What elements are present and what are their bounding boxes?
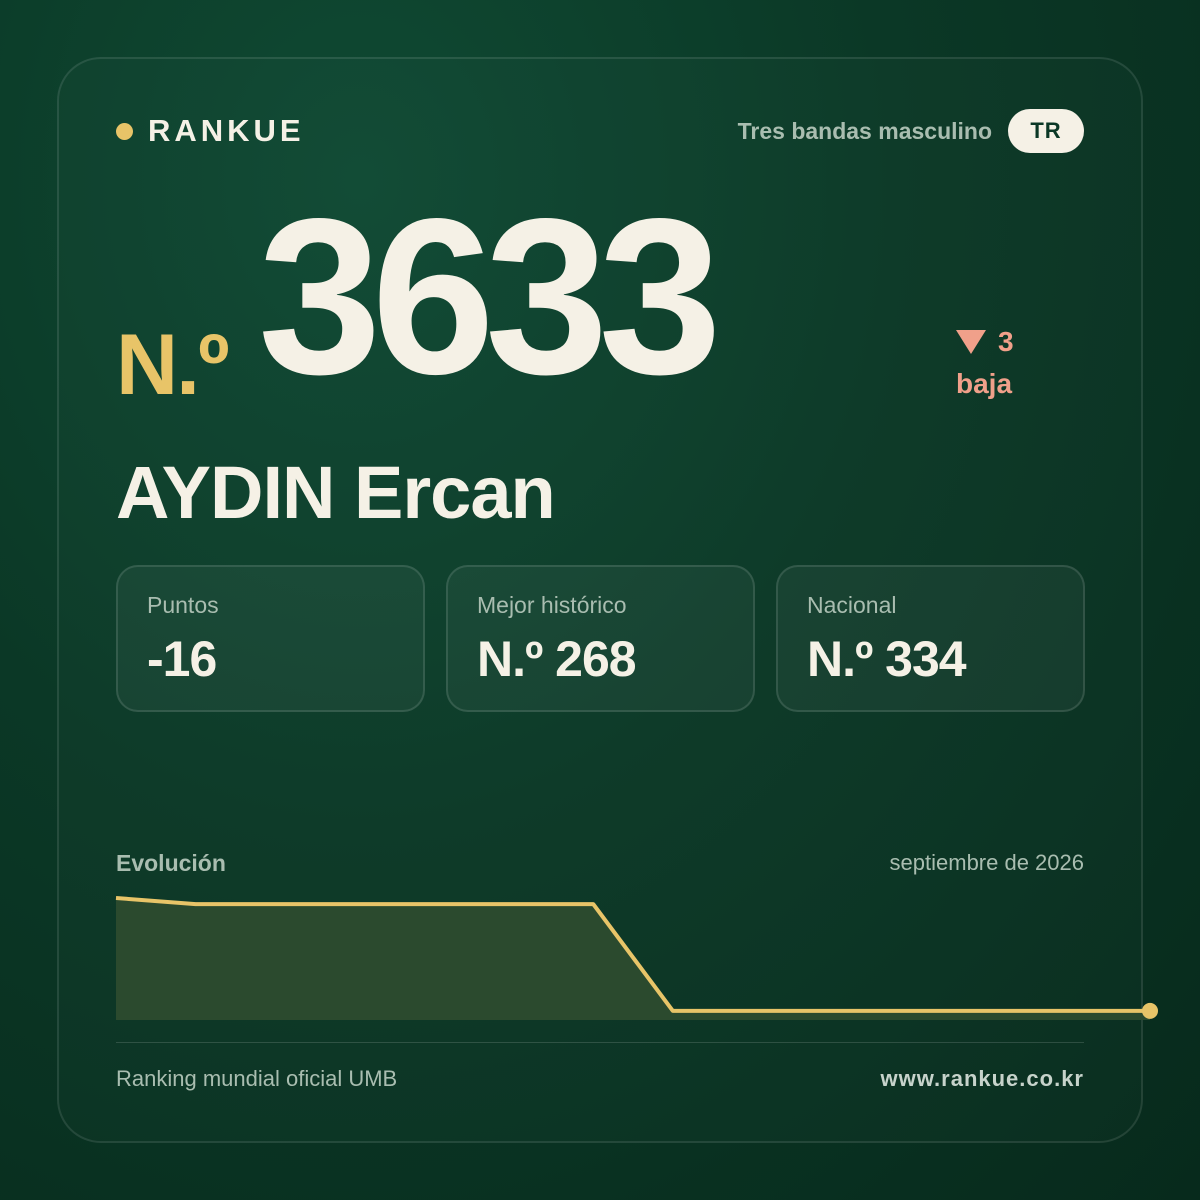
stat-value: -16 bbox=[147, 631, 217, 687]
stat-best-historic: Mejor histórico N.º 268 bbox=[446, 565, 755, 712]
rank-change-label: baja bbox=[956, 368, 1013, 399]
evolution-title: Evolución bbox=[116, 850, 226, 876]
stat-label: Mejor histórico bbox=[477, 592, 627, 618]
triangle-down-icon bbox=[956, 330, 986, 354]
brand-dot-icon bbox=[116, 122, 133, 140]
brand-name: RANKUE bbox=[148, 113, 305, 148]
footer-source: Ranking mundial oficial UMB bbox=[116, 1066, 398, 1091]
stat-national: Nacional N.º 334 bbox=[776, 565, 1085, 712]
stat-label: Nacional bbox=[807, 592, 897, 618]
evolution-end-point bbox=[1142, 1002, 1158, 1019]
category-label: Tres bandas masculino bbox=[737, 118, 992, 144]
rank-change: 3 baja bbox=[956, 326, 1014, 400]
stat-value: N.º 268 bbox=[477, 631, 637, 687]
brand: RANKUE bbox=[116, 112, 305, 150]
rank-change-value: 3 bbox=[998, 326, 1014, 357]
footer-divider bbox=[116, 1042, 1084, 1043]
footer-url: www.rankue.co.kr bbox=[880, 1066, 1084, 1091]
rank-prefix: N.º bbox=[116, 317, 229, 413]
stat-points: Puntos -16 bbox=[116, 565, 425, 712]
evolution-date: septiembre de 2026 bbox=[889, 850, 1084, 875]
stat-value: N.º 334 bbox=[807, 631, 967, 687]
country-badge: TR bbox=[1008, 109, 1084, 153]
stat-label: Puntos bbox=[147, 592, 219, 618]
player-name: AYDIN Ercan bbox=[116, 451, 556, 534]
evolution-chart bbox=[115, 896, 1158, 1020]
rank-number: 3633 bbox=[258, 173, 722, 421]
